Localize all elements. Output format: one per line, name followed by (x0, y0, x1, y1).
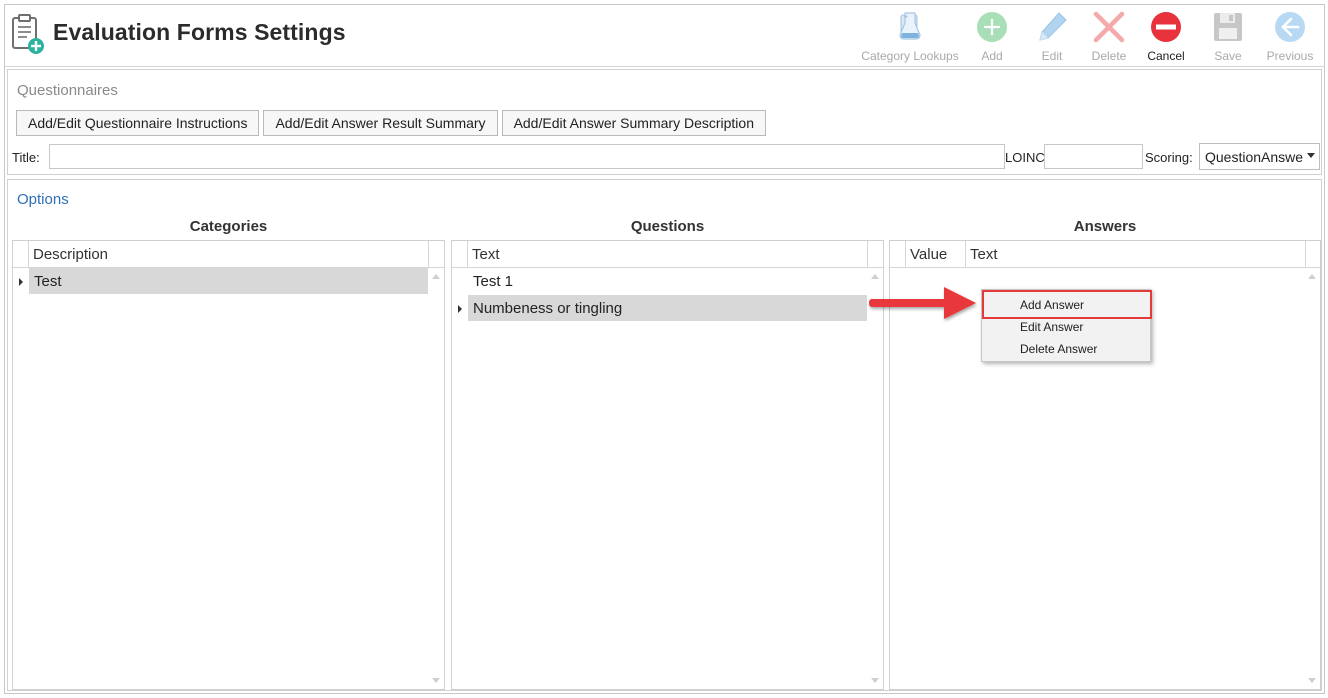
row-pointer-icon (458, 305, 462, 313)
categories-grid: Description Test (12, 240, 445, 690)
scroll-up-icon[interactable] (871, 274, 879, 279)
categories-title: Categories (189, 218, 268, 235)
delete-x-icon (1091, 9, 1127, 45)
pencil-icon (1034, 9, 1070, 45)
svg-text:+: + (904, 14, 908, 21)
grid-header: Description (13, 241, 444, 268)
scoring-value: QuestionAnswe (1205, 149, 1304, 165)
scroll-up-icon[interactable] (1308, 274, 1316, 279)
form-add-icon (10, 14, 46, 56)
options-panel: Options Categories Description Test Ques… (7, 179, 1322, 691)
previous-button[interactable]: Previous (1260, 7, 1320, 65)
header-bar: Evaluation Forms Settings + Category Loo… (5, 5, 1324, 67)
cancel-button[interactable]: Cancel (1136, 7, 1196, 65)
question-row[interactable]: Test 1 (468, 268, 867, 294)
loinc-label: LOINC (1005, 150, 1045, 165)
column-header-text[interactable]: Text (468, 241, 868, 268)
answer-result-summary-button[interactable]: Add/Edit Answer Result Summary (263, 110, 498, 136)
column-header-value[interactable]: Value (906, 241, 966, 268)
row-pointer-icon (19, 278, 23, 286)
questionnaires-panel: Questionnaires Add/Edit Questionnaire In… (7, 69, 1322, 175)
grid-header: Text (452, 241, 883, 268)
no-entry-icon (1148, 9, 1184, 45)
column-header-text[interactable]: Text (966, 241, 1306, 268)
chevron-down-icon (1307, 153, 1315, 158)
save-button[interactable]: Save (1196, 7, 1260, 65)
menu-item-add-answer[interactable]: Add Answer (1020, 298, 1084, 312)
row-indicator-header (13, 241, 29, 268)
answer-summary-description-button[interactable]: Add/Edit Answer Summary Description (501, 110, 766, 136)
edit-button[interactable]: Edit (1022, 7, 1082, 65)
questions-scrollbar[interactable] (867, 268, 883, 689)
questionnaire-button-row: Add/Edit Questionnaire Instructions Add/… (16, 110, 766, 136)
annotation-arrow-icon (868, 282, 980, 324)
title-input[interactable] (49, 144, 1005, 169)
menu-item-edit-answer[interactable]: Edit Answer (1020, 320, 1083, 334)
toolbar: + Category Lookups Add Edit Delete Cance… (858, 7, 1320, 65)
options-title: Options (17, 191, 69, 208)
categories-scrollbar[interactable] (428, 268, 444, 689)
delete-button[interactable]: Delete (1082, 7, 1136, 65)
plus-circle-icon (974, 9, 1010, 45)
floppy-disk-icon (1210, 9, 1246, 45)
lookup-flask-icon: + (892, 9, 928, 45)
category-lookups-button[interactable]: + Category Lookups (858, 7, 962, 65)
answers-scrollbar[interactable] (1304, 268, 1320, 689)
scoring-label: Scoring: (1145, 150, 1193, 165)
add-button[interactable]: Add (962, 7, 1022, 65)
questions-grid: Text Test 1 Numbeness or tingling (451, 240, 884, 690)
title-label: Title: (12, 150, 40, 165)
questionnaires-title: Questionnaires (17, 82, 118, 99)
questions-title: Questions (630, 218, 705, 235)
answers-context-menu: Add Answer Edit Answer Delete Answer (981, 289, 1152, 362)
scroll-down-icon[interactable] (871, 678, 879, 683)
scroll-down-icon[interactable] (432, 678, 440, 683)
scroll-down-icon[interactable] (1308, 678, 1316, 683)
row-indicator-header (890, 241, 906, 268)
menu-item-delete-answer[interactable]: Delete Answer (1020, 342, 1097, 356)
questionnaire-fields: Title: LOINC Scoring: QuestionAnswe (12, 143, 1320, 170)
column-header-description[interactable]: Description (29, 241, 429, 268)
back-arrow-icon (1272, 9, 1308, 45)
row-indicator-header (452, 241, 468, 268)
grid-header: Value Text (890, 241, 1320, 268)
questionnaire-instructions-button[interactable]: Add/Edit Questionnaire Instructions (16, 110, 260, 136)
page-title: Evaluation Forms Settings (53, 19, 346, 45)
category-row[interactable]: Test (29, 268, 428, 294)
answers-title: Answers (1073, 218, 1137, 235)
question-row[interactable]: Numbeness or tingling (468, 295, 867, 321)
scoring-select[interactable]: QuestionAnswe (1199, 143, 1320, 170)
scroll-up-icon[interactable] (432, 274, 440, 279)
loinc-input[interactable] (1044, 144, 1143, 169)
